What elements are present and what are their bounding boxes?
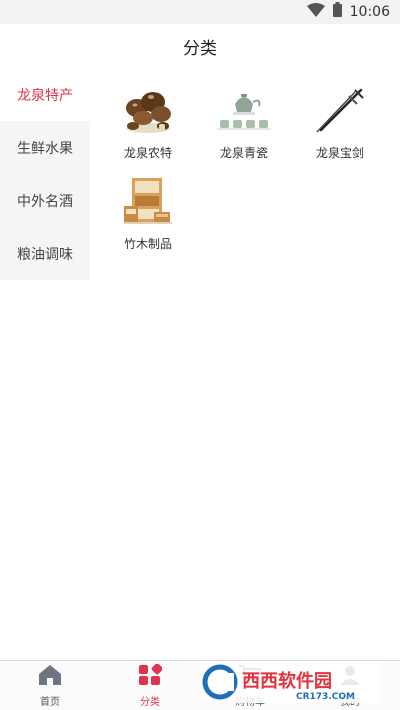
battery-icon — [332, 2, 342, 22]
sidebar-item-label: 粮油调味 — [17, 245, 73, 262]
tab-home[interactable]: 首页 — [0, 661, 100, 710]
sidebar-item-grain-oil[interactable]: 粮油调味 — [0, 227, 90, 280]
celadon-teaset-icon — [216, 84, 272, 136]
category-sidebar: 龙泉特产 生鲜水果 中外名酒 粮油调味 — [0, 68, 90, 280]
home-icon — [38, 664, 62, 691]
sidebar-item-longquan-specialty[interactable]: 龙泉特产 — [0, 68, 90, 121]
sidebar-item-famous-liquor[interactable]: 中外名酒 — [0, 174, 90, 227]
category-label: 龙泉农特 — [123, 146, 172, 160]
sidebar-item-label: 中外名酒 — [17, 192, 73, 209]
svg-text:CR173.COM: CR173.COM — [296, 692, 355, 702]
category-label: 竹木制品 — [123, 237, 172, 251]
site-watermark: 西西软件园 CR173.COM — [200, 661, 380, 703]
bamboo-cabinet-icon — [120, 175, 176, 227]
wifi-icon — [306, 2, 325, 22]
category-item-celadon[interactable]: 龙泉青瓷 — [196, 84, 292, 175]
category-item-sword[interactable]: 龙泉宝剑 — [292, 84, 388, 175]
category-content: 龙泉农特 龙泉青瓷 龙泉宝剑 竹木制品 — [90, 68, 400, 266]
category-item-agricultural[interactable]: 龙泉农特 — [100, 84, 196, 175]
sword-icon — [312, 84, 368, 136]
status-time: 10:06 — [349, 4, 390, 20]
category-label: 龙泉宝剑 — [315, 146, 364, 160]
svg-text:西西软件园: 西西软件园 — [242, 670, 332, 692]
category-grid: 龙泉农特 龙泉青瓷 龙泉宝剑 竹木制品 — [90, 68, 400, 266]
category-icon — [138, 662, 163, 691]
sidebar-item-fresh-fruit[interactable]: 生鲜水果 — [0, 121, 90, 174]
category-label: 龙泉青瓷 — [219, 146, 268, 160]
app-header: 分类 — [0, 24, 400, 68]
sidebar-item-label: 生鲜水果 — [17, 139, 73, 156]
tab-label: 首页 — [40, 696, 60, 708]
status-indicators: 10:06 — [306, 2, 390, 22]
page-title: 分类 — [183, 38, 217, 58]
sidebar-item-label: 龙泉特产 — [17, 86, 73, 103]
status-bar: 10:06 — [0, 0, 400, 24]
category-item-bamboo[interactable]: 竹木制品 — [100, 175, 196, 266]
tab-label: 分类 — [140, 696, 160, 708]
mushroom-icon — [120, 84, 176, 136]
tab-category[interactable]: 分类 — [100, 661, 200, 710]
